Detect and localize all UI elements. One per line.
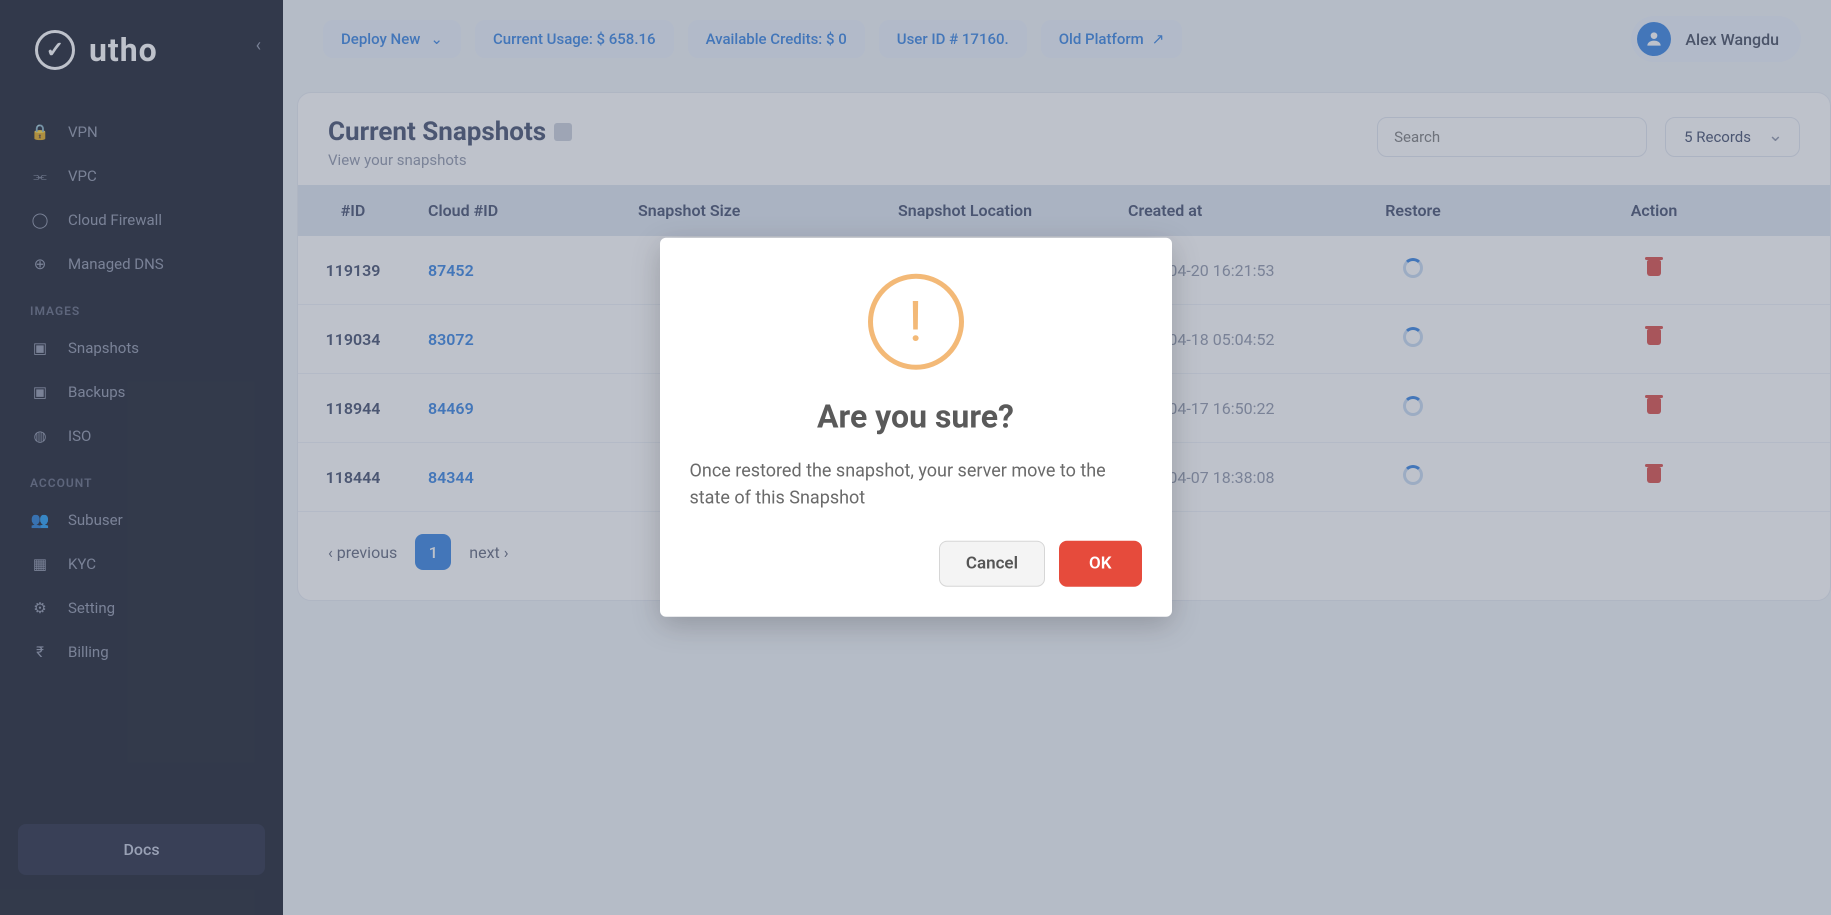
ok-button[interactable]: OK: [1059, 541, 1142, 587]
modal-text: Once restored the snapshot, your server …: [690, 457, 1142, 513]
cancel-button[interactable]: Cancel: [939, 541, 1045, 587]
modal-actions: Cancel OK: [690, 541, 1142, 587]
modal-title: Are you sure?: [690, 397, 1142, 435]
confirm-modal: ! Are you sure? Once restored the snapsh…: [660, 237, 1172, 617]
warning-icon: !: [868, 273, 964, 369]
